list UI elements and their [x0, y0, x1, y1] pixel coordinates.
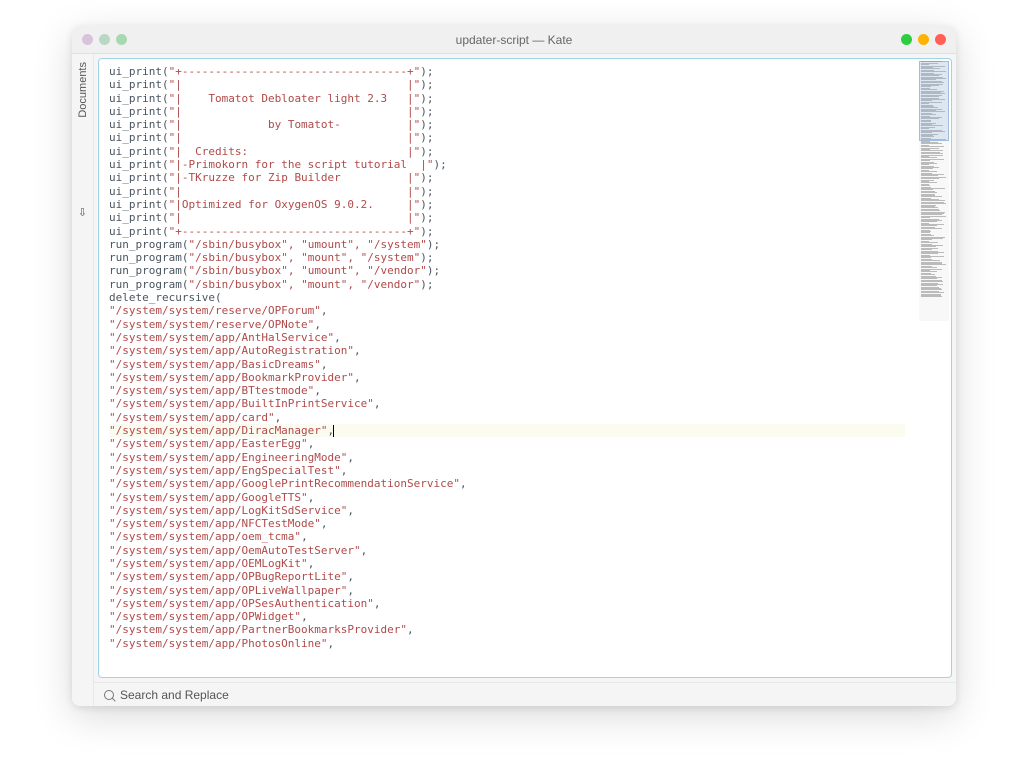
code-line[interactable]: "/system/system/app/EasterEgg", [109, 437, 905, 450]
sidebar: Documents ⇩ [72, 54, 94, 706]
code-line[interactable]: ui_print("| by Tomatot- |"); [109, 118, 905, 131]
deco-dot [116, 34, 127, 45]
editor-container: ui_print("+-----------------------------… [98, 58, 952, 678]
code-line[interactable]: ui_print("|-Primokorn for the script tut… [109, 158, 905, 171]
code-line[interactable]: "/system/system/app/PhotosOnline", [109, 637, 905, 650]
code-editor[interactable]: ui_print("+-----------------------------… [99, 59, 915, 677]
footer-bar: Search and Replace [94, 682, 956, 706]
maximize-button[interactable] [918, 34, 929, 45]
code-line[interactable]: "/system/system/app/OPWidget", [109, 610, 905, 623]
deco-dot [99, 34, 110, 45]
titlebar[interactable]: updater-script — Kate [72, 26, 956, 54]
code-line[interactable]: "/system/system/app/PartnerBookmarksProv… [109, 623, 905, 636]
minimap-viewport[interactable] [919, 61, 949, 141]
code-line[interactable]: "/system/system/app/LogKitSdService", [109, 504, 905, 517]
window-title: updater-script — Kate [456, 33, 573, 47]
code-line[interactable]: "/system/system/app/NFCTestMode", [109, 517, 905, 530]
code-line[interactable]: "/system/system/reserve/OPNote", [109, 318, 905, 331]
code-line[interactable]: ui_print("| Credits: |"); [109, 145, 905, 158]
main-area: ui_print("+-----------------------------… [94, 54, 956, 706]
code-line[interactable]: "/system/system/app/card", [109, 411, 905, 424]
code-line[interactable]: ui_print("| |"); [109, 105, 905, 118]
code-line[interactable]: ui_print("+-----------------------------… [109, 65, 905, 78]
code-line[interactable]: ui_print("| |"); [109, 131, 905, 144]
code-line[interactable]: ui_print("| |"); [109, 78, 905, 91]
code-line[interactable]: "/system/system/app/BasicDreams", [109, 358, 905, 371]
text-cursor [333, 425, 334, 437]
app-window: updater-script — Kate Documents ⇩ ui_pri… [72, 26, 956, 706]
code-line[interactable]: delete_recursive( [109, 291, 905, 304]
code-line[interactable]: run_program("/sbin/busybox", "umount", "… [109, 264, 905, 277]
code-line[interactable]: "/system/system/app/BTtestmode", [109, 384, 905, 397]
code-line[interactable]: "/system/system/app/OPLiveWallpaper", [109, 584, 905, 597]
code-line[interactable]: "/system/system/app/BookmarkProvider", [109, 371, 905, 384]
code-line[interactable]: ui_print("| |"); [109, 211, 905, 224]
code-line[interactable]: "/system/system/app/EngineeringMode", [109, 451, 905, 464]
minimize-button[interactable] [901, 34, 912, 45]
code-line[interactable]: "/system/system/app/OPBugReportLite", [109, 570, 905, 583]
titlebar-left-dots [82, 34, 127, 45]
code-line[interactable]: "/system/system/app/OPSesAuthentication"… [109, 597, 905, 610]
search-replace-button[interactable]: Search and Replace [120, 688, 229, 702]
download-icon[interactable]: ⇩ [78, 208, 87, 219]
code-line[interactable]: ui_print("+-----------------------------… [109, 225, 905, 238]
close-button[interactable] [935, 34, 946, 45]
code-line[interactable]: "/system/system/reserve/OPForum", [109, 304, 905, 317]
minimap[interactable] [919, 61, 949, 321]
code-line[interactable]: ui_print("|Optimized for OxygenOS 9.0.2.… [109, 198, 905, 211]
code-line[interactable]: ui_print("|-TKruzze for Zip Builder |"); [109, 171, 905, 184]
code-line[interactable]: "/system/system/app/GooglePrintRecommend… [109, 477, 905, 490]
code-line[interactable]: "/system/system/app/oem_tcma", [109, 530, 905, 543]
code-line[interactable]: ui_print("| |"); [109, 185, 905, 198]
code-line[interactable]: "/system/system/app/DiracManager", [109, 424, 905, 437]
deco-dot [82, 34, 93, 45]
code-line[interactable]: "/system/system/app/AntHalService", [109, 331, 905, 344]
code-line[interactable]: "/system/system/app/OEMLogKit", [109, 557, 905, 570]
code-line[interactable]: "/system/system/app/BuiltInPrintService"… [109, 397, 905, 410]
window-controls [901, 34, 946, 45]
code-line[interactable]: "/system/system/app/OemAutoTestServer", [109, 544, 905, 557]
window-body: Documents ⇩ ui_print("+-----------------… [72, 54, 956, 706]
search-icon [104, 690, 114, 700]
code-line[interactable]: run_program("/sbin/busybox", "mount", "/… [109, 278, 905, 291]
code-line[interactable]: "/system/system/app/GoogleTTS", [109, 491, 905, 504]
code-line[interactable]: "/system/system/app/EngSpecialTest", [109, 464, 905, 477]
documents-tab[interactable]: Documents [77, 62, 89, 118]
code-line[interactable]: "/system/system/app/AutoRegistration", [109, 344, 905, 357]
code-line[interactable]: run_program("/sbin/busybox", "umount", "… [109, 238, 905, 251]
code-line[interactable]: run_program("/sbin/busybox", "mount", "/… [109, 251, 905, 264]
code-line[interactable]: ui_print("| Tomatot Debloater light 2.3 … [109, 92, 905, 105]
